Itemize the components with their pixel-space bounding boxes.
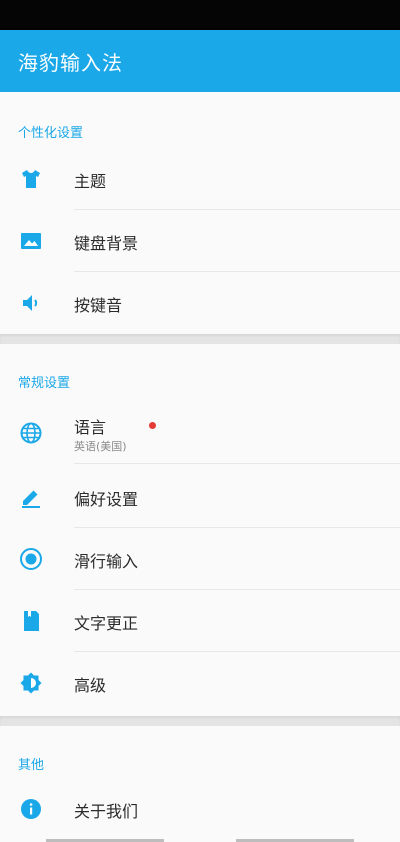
brightness-icon [18, 670, 44, 696]
settings-item-label: 偏好设置 [74, 490, 139, 509]
settings-item-label: 语言 [74, 418, 107, 437]
settings-item-label: 关于我们 [74, 802, 139, 821]
divider [74, 463, 400, 464]
pencil-icon [18, 484, 44, 510]
section-general: 常规设置 语言 英语(美国) 偏好设置 滑行输入 文字更正 高级 [0, 344, 400, 716]
section-header: 其他 [18, 758, 45, 773]
settings-item-sublabel: 英语(美国) [74, 440, 127, 453]
shirt-icon [18, 166, 44, 192]
settings-item-key-sound[interactable]: 按键音 [0, 272, 400, 334]
settings-item-language[interactable]: 语言 英语(美国) [0, 402, 400, 464]
image-icon [18, 228, 44, 254]
settings-item-glide-typing[interactable]: 滑行输入 [0, 528, 400, 590]
settings-item-theme[interactable]: 主题 [0, 148, 400, 210]
settings-item-preferences[interactable]: 偏好设置 [0, 466, 400, 528]
section-divider [0, 334, 400, 344]
globe-icon [18, 420, 44, 446]
bottom-edge [0, 838, 400, 842]
section-other: 其他 关于我们 [0, 726, 400, 842]
settings-item-advanced[interactable]: 高级 [0, 652, 400, 714]
volume-icon [18, 290, 44, 316]
app-title: 海豹输入法 [18, 51, 123, 75]
settings-item-about-us[interactable]: 关于我们 [0, 778, 400, 840]
section-personalization: 个性化设置 主题 键盘背景 按键音 [0, 92, 400, 334]
settings-item-label: 文字更正 [74, 614, 139, 633]
new-badge-dot [149, 422, 156, 429]
settings-item-label: 按键音 [74, 296, 123, 315]
settings-item-text-correction[interactable]: 文字更正 [0, 590, 400, 652]
radio-target-icon [18, 546, 44, 572]
app-bar: 海豹输入法 [0, 30, 400, 92]
section-divider [0, 716, 400, 726]
settings-item-label: 滑行输入 [74, 552, 139, 571]
settings-item-keyboard-background[interactable]: 键盘背景 [0, 210, 400, 272]
settings-item-label: 键盘背景 [74, 234, 139, 253]
info-icon [18, 796, 44, 822]
status-bar [0, 0, 400, 30]
settings-item-label: 高级 [74, 676, 107, 695]
bookmark-note-icon [18, 608, 44, 634]
section-header: 常规设置 [18, 376, 71, 391]
section-header: 个性化设置 [18, 126, 84, 141]
settings-item-label: 主题 [74, 172, 107, 191]
